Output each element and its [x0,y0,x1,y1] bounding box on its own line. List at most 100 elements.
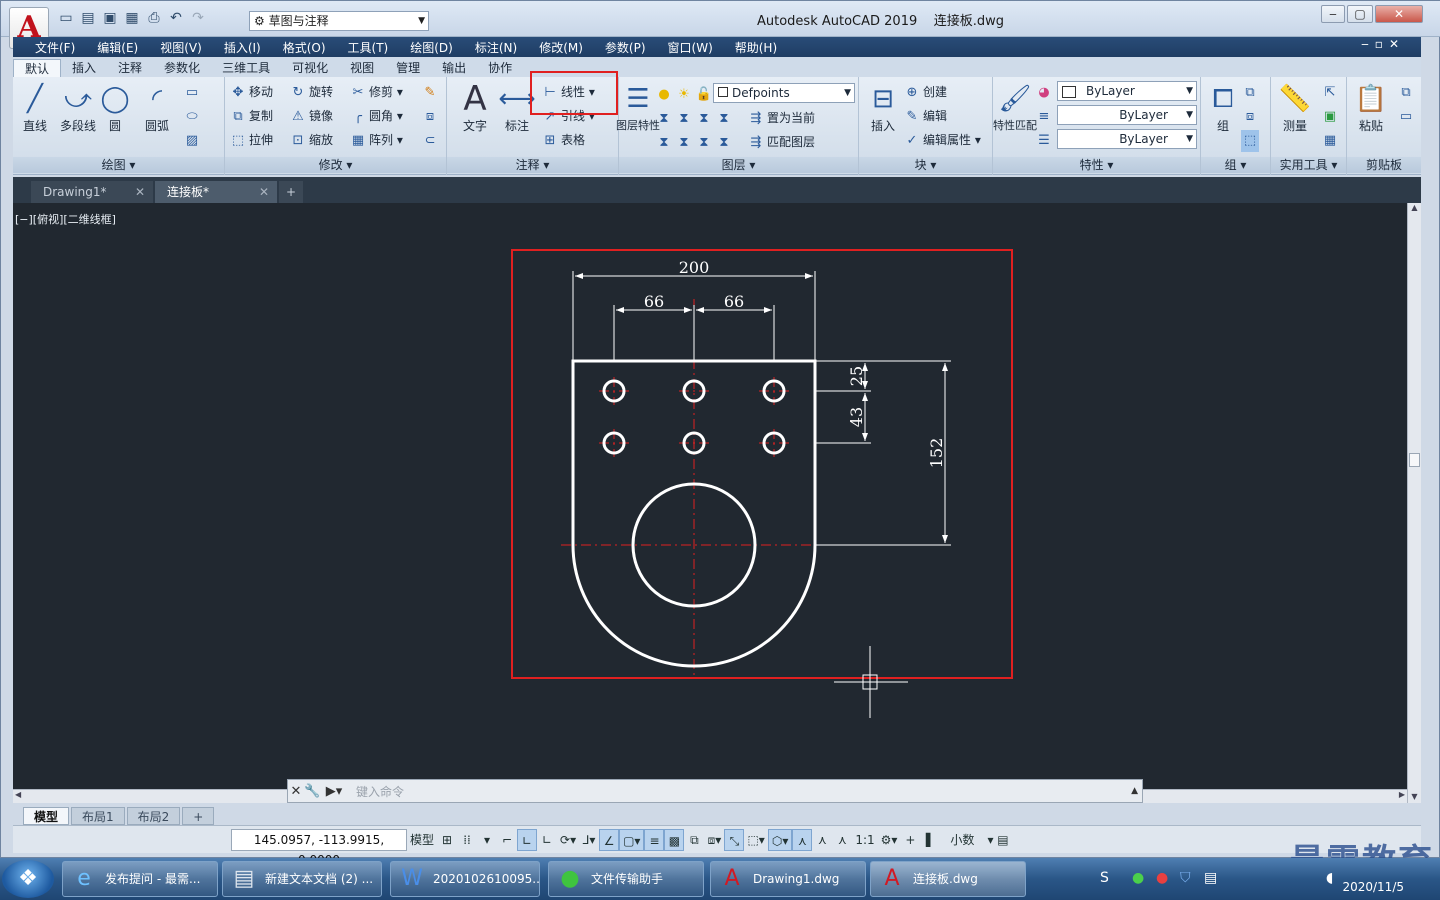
quick-properties-icon[interactable]: ▾ ▤ [984,829,1011,851]
insert-block-tool[interactable]: ⊟ 插入 [861,81,905,134]
menu-item-11[interactable]: 帮助(H) [735,39,777,56]
ortho-icon[interactable]: ∟ [517,828,538,851]
taskbar-item-1[interactable]: ▤ 新建文本文档 (2) ... [222,861,382,897]
match-layer-tool[interactable]: ⇶ 匹配图层 [747,131,815,153]
vertical-scrollbar[interactable]: ▲ ▼ [1407,203,1421,803]
save-icon[interactable]: ▣ [101,9,119,27]
menu-item-8[interactable]: 修改(M) [539,39,583,56]
ribbon-tab-3[interactable]: 参数化 [153,59,211,77]
close-button[interactable]: ✕ [1375,5,1423,23]
menu-item-6[interactable]: 绘图(D) [410,39,453,56]
open-icon[interactable]: ▤ [79,9,97,27]
layer-tools-row2[interactable]: ⧗ ⧗ ⧗ ⧗ [655,131,735,153]
annotation-panel-label[interactable]: 注释 ▾ [447,157,618,173]
taskbar-item-0[interactable]: e 发布提问 - 最需... [62,861,218,897]
annotation-scale-value[interactable]: 1:1 [852,829,877,851]
command-history-icon[interactable]: ▲ [1131,786,1138,796]
dynamic-input-icon[interactable]: ⌐ [497,829,517,851]
line-tool[interactable]: ╱ 直线 [13,81,57,134]
menu-item-5[interactable]: 工具(T) [348,39,389,56]
sogou-icon[interactable]: S [1100,870,1109,886]
model-space-button[interactable]: 模型 [407,829,437,851]
document-window-controls[interactable]: ‒▫✕ [1361,37,1405,51]
text-tool[interactable]: A 文字 [453,81,497,134]
command-input[interactable]: 键入命令 [356,783,404,800]
copy-clip-icon[interactable]: ⧉ [1397,81,1417,103]
new-tab-button[interactable]: + [279,181,303,203]
ribbon-tab-0[interactable]: 默认 [13,59,62,77]
gear-icon[interactable]: ⚙▾ [878,829,901,851]
scale-tool[interactable]: ⊡ 缩放 [289,129,333,151]
grid-icon[interactable]: ⊞ [437,829,457,851]
undo-icon[interactable]: ↶ [167,9,185,27]
snap-icon[interactable]: ⁞⁞ [457,829,477,851]
utilities-panel-label[interactable]: 实用工具 ▾ [1271,157,1346,173]
ungroup-icon[interactable]: ⧉ [1241,81,1261,103]
quick-select-icon[interactable]: ⇱ [1321,81,1341,103]
layer-state-icons[interactable]: ● ☀ 🔓 [655,83,715,105]
ribbon-tab-1[interactable]: 插入 [61,59,107,77]
linetype-dropdown[interactable]: ByLayer ▼ [1057,105,1197,125]
clipboard-panel-label[interactable]: 剪贴板 [1347,157,1421,173]
trim-tool[interactable]: ✂ 修剪 ▾ [349,81,403,103]
table-tool[interactable]: ⊞ 表格 [541,129,585,151]
scroll-down-icon[interactable]: ▼ [1408,792,1421,801]
add-layout-button[interactable]: + [182,807,215,825]
polar-icon[interactable]: ∟ [537,829,557,851]
menu-item-7[interactable]: 标注(N) [475,39,517,56]
edit-attributes-tool[interactable]: ✓ 编辑属性 ▾ [903,129,981,151]
array-tool[interactable]: ▦ 阵列 ▾ [349,129,403,151]
menu-item-0[interactable]: 文件(F) [35,39,75,56]
arc-tool[interactable]: ◜ 圆弧 [135,81,179,134]
menu-item-2[interactable]: 视图(V) [160,39,202,56]
selection-filter-icon[interactable]: ⤡ [724,828,745,851]
ribbon-tab-4[interactable]: 三维工具 [211,59,281,77]
copy-tool[interactable]: ⧉ 复制 [229,105,273,127]
ribbon-tab-7[interactable]: 管理 [385,59,431,77]
selection-cycling-icon[interactable]: ▩ [664,828,685,851]
drawing-canvas[interactable]: [−][俯视][二维线框] 200 66 66 25 43 152 [13,203,1407,803]
scroll-up-icon[interactable]: ▲ [1408,203,1421,212]
doc-tab-lianjieban[interactable]: 连接板* ✕ [155,181,277,203]
isodraft-icon[interactable]: ⟳▾ [557,829,579,851]
infer-constraints-icon[interactable]: ▾ [477,829,497,851]
set-current-tool[interactable]: ⇶ 置为当前 [747,107,815,129]
groups-panel-label[interactable]: 组 ▾ [1201,157,1270,173]
plot-icon[interactable]: ⎙ [145,9,163,27]
rotate-tool[interactable]: ↻ 旋转 [289,81,333,103]
shield-icon[interactable]: ⛉ [1180,870,1191,886]
ribbon-tab-9[interactable]: 协作 [477,59,523,77]
3d-osnap-icon[interactable]: ⧉ [684,829,704,851]
ellipse-tool[interactable]: ⬭ [183,105,203,127]
menu-item-10[interactable]: 窗口(W) [668,39,713,56]
wechat-tray-icon[interactable]: ● [1132,870,1144,886]
explode-tool[interactable]: ⧈ [421,105,441,127]
layers-panel-label[interactable]: 图层 ▾ [619,157,858,173]
minimize-button[interactable]: ‒ [1321,5,1345,23]
calculator-icon[interactable]: ▦ [1321,129,1341,151]
modify-panel-label[interactable]: 修改 ▾ [225,157,446,173]
plus-icon[interactable]: + [900,829,920,851]
draw-panel-label[interactable]: 绘图 ▾ [13,157,224,173]
start-button[interactable]: ❖ [2,860,54,898]
match-properties-tool[interactable]: 🖌 特性匹配 [993,81,1037,133]
ribbon-tab-2[interactable]: 注释 [107,59,153,77]
close-icon[interactable]: ✕ [288,784,304,799]
stretch-tool[interactable]: ⬚ 拉伸 [229,129,273,151]
group-tool[interactable]: ⧠ 组 [1201,81,1245,134]
annotation-scale-icon[interactable]: ⋏ [792,828,813,851]
clock-date[interactable]: 2020/11/5 [1342,880,1404,894]
paste-tool[interactable]: 📋 粘贴 [1349,81,1393,134]
taskbar-item-2[interactable]: W 2020102610095... [390,861,540,897]
scroll-right-icon[interactable]: ▶ [1399,790,1405,799]
ribbon-tab-8[interactable]: 输出 [431,59,477,77]
copy-base-icon[interactable]: ▭ [1397,105,1417,127]
fillet-tool[interactable]: ╭ 圆角 ▾ [349,105,403,127]
mirror-tool[interactable]: ⚠ 镜像 [289,105,333,127]
tab-layout2[interactable]: 布局2 [126,807,181,825]
app-tray-icon[interactable]: ● [1156,870,1168,886]
taskbar-item-3[interactable]: ● 文件传输助手 [548,861,704,897]
layer-dropdown[interactable]: Defpoints ▼ [713,83,855,103]
close-icon[interactable]: ✕ [259,181,269,203]
units-value[interactable]: 小数 [940,829,984,851]
